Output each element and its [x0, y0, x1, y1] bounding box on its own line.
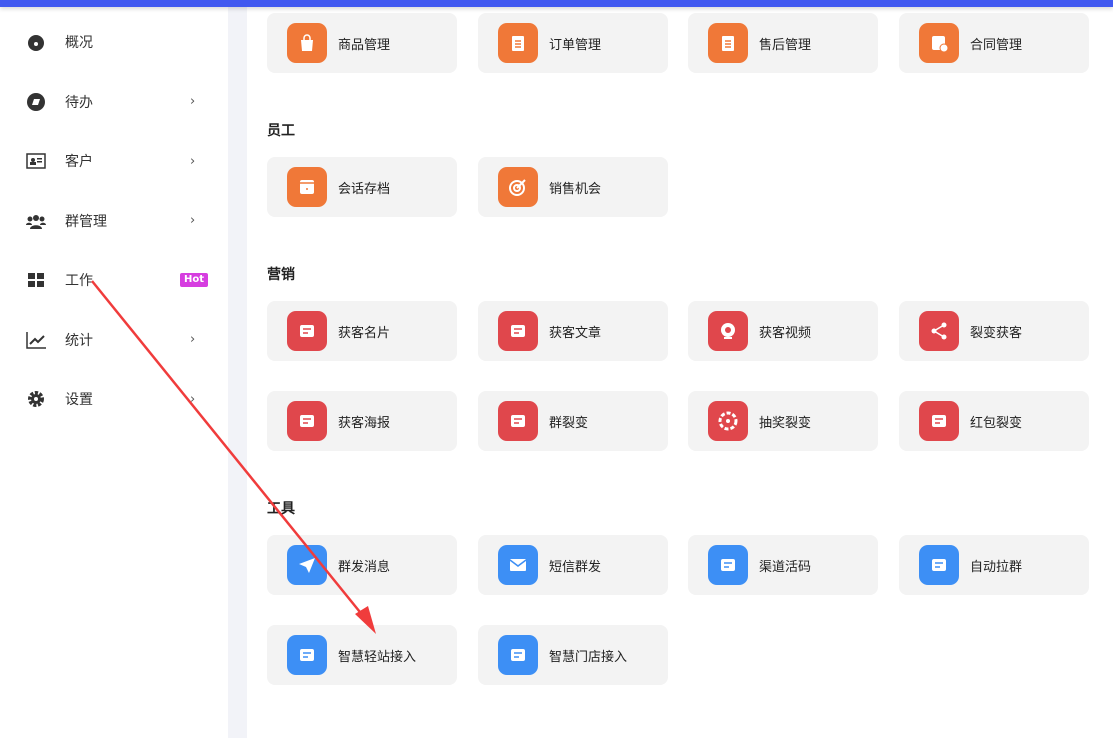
app-card[interactable]: 售后管理 [688, 13, 878, 73]
app-card-label: 会话存档 [338, 181, 391, 197]
chevron-right-icon: › [190, 213, 196, 228]
sidebar-item-4[interactable]: 工作 Hot [0, 260, 228, 300]
red-packet-icon [919, 401, 959, 441]
sidebar-item-label: 群管理 [65, 213, 107, 230]
card-icon [287, 311, 327, 351]
store-link-icon [498, 635, 538, 675]
sidebar-item-5[interactable]: 统计 › [0, 320, 228, 360]
section-title: 员工 [267, 123, 295, 139]
app-card[interactable]: 抽奖裂变 [688, 391, 878, 451]
sidebar-item-1[interactable]: 待办 › [0, 82, 228, 122]
sidebar-item-label: 客户 [65, 154, 93, 170]
sidebar-item-6[interactable]: 设置 › [0, 379, 228, 419]
app-card[interactable]: 裂变获客 [899, 301, 1089, 361]
sidebar-item-label: 统计 [65, 332, 93, 349]
app-card[interactable]: 短信群发 [478, 535, 668, 595]
app-card[interactable]: 销售机会 [478, 157, 668, 217]
app-card[interactable]: 渠道活码 [688, 535, 878, 595]
clipboard-icon [498, 23, 538, 63]
app-card[interactable]: 群发消息 [267, 535, 457, 595]
wheel-icon [708, 401, 748, 441]
qrcode-icon [708, 545, 748, 585]
send-icon [287, 545, 327, 585]
top-bar [0, 0, 1113, 7]
app-card-label: 群裂变 [549, 415, 589, 431]
app-card[interactable]: 自动拉群 [899, 535, 1089, 595]
chart-line-icon [26, 330, 46, 350]
sidebar-item-2[interactable]: 客户 › [0, 141, 228, 181]
gear-icon [26, 389, 46, 409]
group-icon [498, 401, 538, 441]
chevron-right-icon: › [190, 332, 196, 347]
id-card-icon [26, 151, 46, 171]
app-card-label: 获客视频 [759, 325, 812, 341]
app-card[interactable]: 获客视频 [688, 301, 878, 361]
app-card[interactable]: 红包裂变 [899, 391, 1089, 451]
auto-group-icon [919, 545, 959, 585]
article-icon [498, 311, 538, 351]
app-card-label: 群发消息 [338, 559, 391, 575]
target-icon [498, 167, 538, 207]
sidebar-item-label: 概况 [65, 35, 93, 51]
section-title: 营销 [267, 267, 295, 283]
todo-icon [26, 92, 46, 112]
group-icon [26, 211, 46, 231]
app-card-label: 获客海报 [338, 415, 391, 431]
app-card-label: 销售机会 [549, 181, 602, 197]
chevron-right-icon: › [190, 94, 196, 109]
app-card-label: 抽奖裂变 [759, 415, 812, 431]
app-card[interactable]: 会话存档 [267, 157, 457, 217]
app-card[interactable]: 智慧门店接入 [478, 625, 668, 685]
app-card[interactable]: 商品管理 [267, 13, 457, 73]
app-card-label: 自动拉群 [970, 559, 1023, 575]
app-card[interactable]: 群裂变 [478, 391, 668, 451]
app-card-label: 智慧门店接入 [549, 649, 628, 665]
sidebar-item-0[interactable]: 概况 [0, 22, 228, 62]
poster-icon [287, 401, 327, 441]
app-card-label: 裂变获客 [970, 325, 1023, 341]
app-card[interactable]: 智慧轻站接入 [267, 625, 457, 685]
sidebar-item-3[interactable]: 群管理 › [0, 201, 228, 241]
sidebar-item-label: 工作 [65, 273, 93, 289]
app-card[interactable]: 订单管理 [478, 13, 668, 73]
app-card[interactable]: 获客海报 [267, 391, 457, 451]
chevron-right-icon: › [190, 391, 196, 407]
app-card-label: 智慧轻站接入 [338, 649, 417, 665]
hot-badge: Hot [180, 273, 209, 287]
app-card-label: 合同管理 [970, 37, 1023, 53]
app-card[interactable]: 合同管理 [899, 13, 1089, 73]
mail-icon [498, 545, 538, 585]
sidebar-item-label: 待办 [65, 94, 93, 111]
app-card[interactable]: 获客名片 [267, 301, 457, 361]
dashboard-icon [26, 32, 46, 52]
app-card-label: 售后管理 [759, 37, 812, 53]
app-card-label: 红包裂变 [970, 415, 1023, 431]
app-card-label: 短信群发 [549, 559, 602, 575]
section-title: 工具 [267, 501, 295, 517]
app-card-label: 获客名片 [338, 325, 391, 341]
chevron-right-icon: › [190, 153, 196, 169]
archive-icon [287, 167, 327, 207]
share-icon [919, 311, 959, 351]
divider [228, 7, 247, 738]
app-card-label: 获客文章 [549, 325, 602, 341]
shopping-bag-icon [287, 23, 327, 63]
clipboard-icon [708, 23, 748, 63]
app-card-label: 订单管理 [549, 37, 602, 53]
app-card-label: 渠道活码 [759, 559, 812, 575]
monitor-link-icon [287, 635, 327, 675]
app-card-label: 商品管理 [338, 37, 391, 53]
app-card[interactable]: 获客文章 [478, 301, 668, 361]
sidebar: 概况 待办 › 客户 › 群管理 › 工作 Hot 统计 › 设置 › [0, 7, 228, 738]
grid-icon [26, 270, 46, 290]
video-icon [708, 311, 748, 351]
sidebar-item-label: 设置 [65, 392, 93, 408]
contract-icon [919, 23, 959, 63]
